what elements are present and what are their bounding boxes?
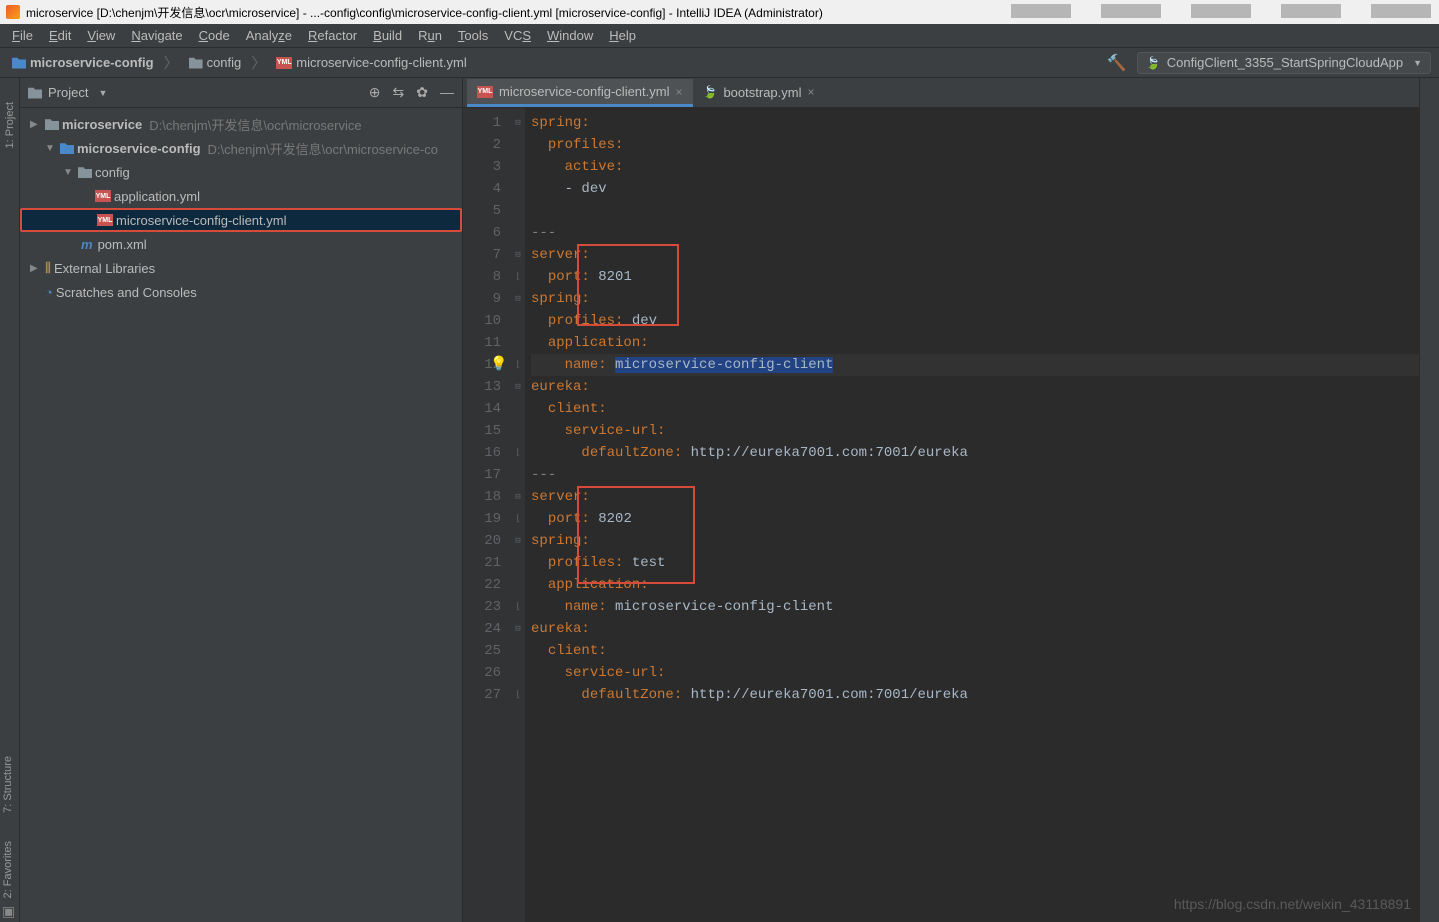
taskbar-items (1011, 4, 1431, 18)
menu-run[interactable]: Run (410, 26, 450, 45)
tree-node-config-folder[interactable]: config (20, 160, 462, 184)
breadcrumb-file[interactable]: microservice-config-client.yml (272, 53, 470, 72)
folder-icon (45, 118, 59, 130)
locate-icon[interactable]: ⊕ (369, 84, 381, 101)
tool-structure-tab[interactable]: 7: Structure (0, 752, 20, 817)
yml-icon (95, 190, 111, 202)
tab-client-yml[interactable]: microservice-config-client.yml × (467, 79, 693, 107)
app-icon (6, 5, 20, 19)
close-icon[interactable]: × (675, 85, 682, 99)
folder-icon (189, 57, 203, 69)
folder-icon (78, 166, 92, 178)
breadcrumb-file-label: microservice-config-client.yml (296, 55, 466, 70)
spring-icon: 🍃 (1146, 56, 1161, 70)
menu-refactor[interactable]: Refactor (300, 26, 365, 45)
tool-project-tab[interactable]: 1: Project (4, 98, 16, 152)
yml-icon (477, 86, 493, 98)
close-icon[interactable]: × (808, 85, 815, 99)
breadcrumb-module[interactable]: microservice-config (8, 53, 158, 72)
tree-node-pom[interactable]: m pom.xml (20, 232, 462, 256)
tab-label: bootstrap.yml (723, 85, 801, 100)
project-tree: microservice D:\chenjm\开发信息\ocr\microser… (20, 108, 462, 308)
menu-tools[interactable]: Tools (450, 26, 496, 45)
chevron-down-icon: ▼ (1413, 58, 1422, 68)
hide-icon[interactable]: — (440, 84, 454, 101)
collapse-icon[interactable]: ⇆ (393, 84, 405, 101)
menu-window[interactable]: Window (539, 26, 601, 45)
panel-icon (28, 87, 42, 99)
chevron-down-icon[interactable]: ▼ (98, 88, 107, 98)
tree-node-external-libs[interactable]: ⫼ External Libraries (20, 256, 462, 280)
maven-icon: m (81, 237, 93, 252)
intention-bulb-icon[interactable]: 💡 (490, 354, 507, 376)
module-icon (12, 57, 26, 69)
tree-node-scratches[interactable]: ◔ Scratches and Consoles (20, 280, 462, 304)
breadcrumb-folder[interactable]: config (185, 53, 246, 72)
yml-icon (97, 214, 113, 226)
window-title: microservice [D:\chenjm\开发信息\ocr\microse… (26, 4, 823, 21)
menu-build[interactable]: Build (365, 26, 410, 45)
editor-tabs: microservice-config-client.yml × 🍃 boots… (463, 78, 1419, 108)
side-tabs-bottom: 2: Favorites 7: Structure (0, 752, 20, 902)
run-config-selector[interactable]: 🍃 ConfigClient_3355_StartSpringCloudApp … (1137, 52, 1431, 74)
editor-panel: microservice-config-client.yml × 🍃 boots… (463, 78, 1419, 922)
spring-icon: 🍃 (703, 85, 718, 99)
run-config-label: ConfigClient_3355_StartSpringCloudApp (1167, 55, 1403, 70)
project-panel-header: Project ▼ ⊕ ⇆ ✿ — (20, 78, 462, 108)
menu-file[interactable]: File (4, 26, 41, 45)
tool-window-toggle-icon[interactable]: ▣ (2, 903, 15, 920)
settings-icon[interactable]: ✿ (416, 84, 428, 101)
menu-navigate[interactable]: Navigate (123, 26, 190, 45)
library-icon: ⫼ (45, 260, 51, 276)
breadcrumb-sep: 〉 (164, 52, 179, 73)
right-tool-strip (1419, 78, 1439, 922)
tree-node-root[interactable]: microservice D:\chenjm\开发信息\ocr\microser… (20, 112, 462, 136)
breadcrumb-folder-label: config (207, 55, 242, 70)
menu-vcs[interactable]: VCS (496, 26, 539, 45)
breadcrumb-module-label: microservice-config (30, 55, 154, 70)
tool-favorites-tab[interactable]: 2: Favorites (0, 837, 20, 902)
watermark: https://blog.csdn.net/weixin_43118891 (1174, 896, 1411, 912)
window-title-bar: microservice [D:\chenjm\开发信息\ocr\microse… (0, 0, 1439, 24)
tree-node-client-yml[interactable]: microservice-config-client.yml (20, 208, 462, 232)
menu-help[interactable]: Help (601, 26, 644, 45)
project-panel: Project ▼ ⊕ ⇆ ✿ — microservice D:\chenjm… (20, 78, 463, 922)
menu-code[interactable]: Code (191, 26, 238, 45)
menu-analyze[interactable]: Analyze (238, 26, 300, 45)
tree-node-application-yml[interactable]: application.yml (20, 184, 462, 208)
line-number-gutter: 1234567891011121314151617181920212223242… (463, 108, 511, 922)
fold-strip: ⊟⊟⌊⊟⌊⊟⌊⊟⌊⊟⌊⊟⌊ (511, 108, 525, 922)
tab-bootstrap-yml[interactable]: 🍃 bootstrap.yml × (693, 79, 825, 107)
menu-view[interactable]: View (79, 26, 123, 45)
tree-node-config-module[interactable]: microservice-config D:\chenjm\开发信息\ocr\m… (20, 136, 462, 160)
tab-label: microservice-config-client.yml (499, 84, 669, 99)
code-area[interactable]: spring: profiles: active: - dev --- serv… (525, 108, 1419, 922)
breadcrumb-sep: 〉 (251, 52, 266, 73)
panel-title: Project (48, 85, 88, 100)
build-icon[interactable]: 🔨 (1107, 53, 1127, 73)
module-icon (60, 142, 74, 154)
breadcrumbs: microservice-config 〉 config 〉 microserv… (8, 52, 471, 73)
editor-body[interactable]: 1234567891011121314151617181920212223242… (463, 108, 1419, 922)
scratch-icon: ◔ (45, 285, 53, 300)
menu-edit[interactable]: Edit (41, 26, 79, 45)
menu-bar: File Edit View Navigate Code Analyze Ref… (0, 24, 1439, 48)
navigation-bar: microservice-config 〉 config 〉 microserv… (0, 48, 1439, 78)
yml-icon (276, 57, 292, 69)
